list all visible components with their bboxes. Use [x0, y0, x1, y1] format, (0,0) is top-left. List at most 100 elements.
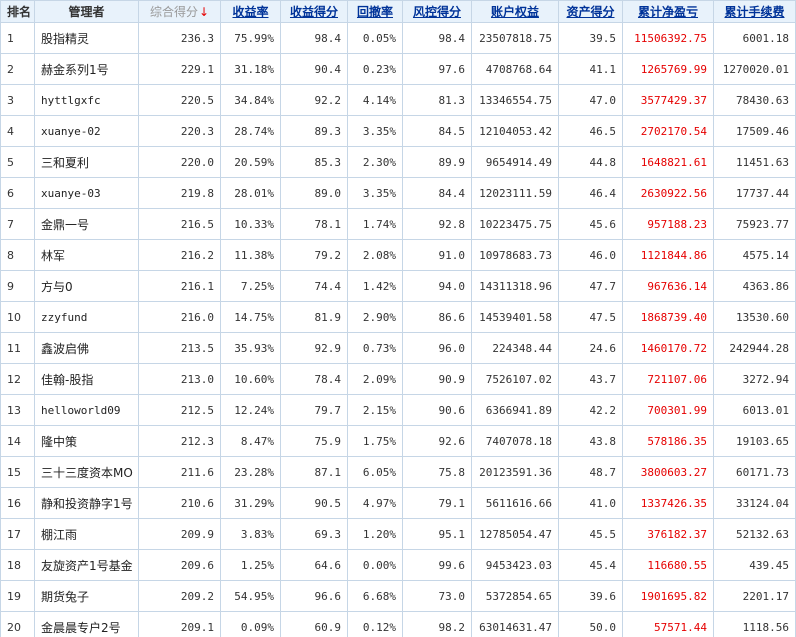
- asset-score-cell: 39.6: [558, 580, 623, 612]
- equity-cell: 14311318.96: [471, 270, 559, 302]
- manager-cell[interactable]: 金鼎一号: [34, 208, 139, 240]
- header-return-score[interactable]: 收益得分: [280, 0, 348, 23]
- score-cell: 216.1: [138, 270, 221, 302]
- net-profit-cell: 1868739.40: [622, 301, 714, 333]
- sort-return-rate-link[interactable]: 收益率: [232, 5, 268, 19]
- drawdown-cell: 0.12%: [347, 611, 403, 637]
- manager-cell[interactable]: 三和夏利: [34, 146, 139, 178]
- rank-cell: 4: [0, 115, 35, 147]
- manager-cell[interactable]: 隆中策: [34, 425, 139, 457]
- return-rate-cell: 28.01%: [220, 177, 281, 209]
- return-score-cell: 87.1: [280, 456, 348, 488]
- net-profit-cell: 957188.23: [622, 208, 714, 240]
- return-rate-cell: 11.38%: [220, 239, 281, 271]
- drawdown-cell: 3.35%: [347, 115, 403, 147]
- manager-cell[interactable]: helloworld09: [34, 394, 139, 426]
- table-row: 20 金晨晨专户2号 209.1 0.09% 60.9 0.12% 98.2 63014631…: [0, 611, 796, 637]
- fees-cell: 75923.77: [713, 208, 796, 240]
- fees-cell: 4363.86: [713, 270, 796, 302]
- manager-cell[interactable]: 期货兔子: [34, 580, 139, 612]
- manager-cell[interactable]: 佳翰-股指: [34, 363, 139, 395]
- net-profit-cell: 1460170.72: [622, 332, 714, 364]
- header-equity[interactable]: 账户权益: [471, 0, 559, 23]
- score-cell: 229.1: [138, 53, 221, 85]
- asset-score-cell: 45.4: [558, 549, 623, 581]
- asset-score-cell: 43.7: [558, 363, 623, 395]
- sort-return-score-link[interactable]: 收益得分: [290, 5, 338, 19]
- manager-cell[interactable]: 方与0: [34, 270, 139, 302]
- sort-drawdown-link[interactable]: 回撤率: [357, 5, 393, 19]
- header-asset-score[interactable]: 资产得分: [558, 0, 623, 23]
- risk-score-cell: 89.9: [402, 146, 472, 178]
- drawdown-cell: 3.35%: [347, 177, 403, 209]
- score-cell: 210.6: [138, 487, 221, 519]
- manager-cell[interactable]: 金晨晨专户2号: [34, 611, 139, 637]
- table-row: 17 棚江雨 209.9 3.83% 69.3 1.20% 95.1 12785054.47 4…: [0, 518, 796, 550]
- equity-cell: 10978683.73: [471, 239, 559, 271]
- header-risk-score[interactable]: 风控得分: [402, 0, 472, 23]
- equity-cell: 20123591.36: [471, 456, 559, 488]
- manager-cell[interactable]: 赫金系列1号: [34, 53, 139, 85]
- manager-cell[interactable]: 三十三度资本MO: [34, 456, 139, 488]
- return-score-cell: 79.7: [280, 394, 348, 426]
- manager-cell[interactable]: zzyfund: [34, 301, 139, 333]
- asset-score-cell: 47.5: [558, 301, 623, 333]
- return-score-cell: 98.4: [280, 22, 348, 54]
- equity-cell: 63014631.47: [471, 611, 559, 637]
- equity-cell: 12104053.42: [471, 115, 559, 147]
- asset-score-cell: 44.8: [558, 146, 623, 178]
- header-score[interactable]: 综合得分↓: [138, 0, 221, 23]
- rank-cell: 13: [0, 394, 35, 426]
- header-return-rate[interactable]: 收益率: [220, 0, 281, 23]
- drawdown-cell: 1.75%: [347, 425, 403, 457]
- return-rate-cell: 54.95%: [220, 580, 281, 612]
- risk-score-cell: 97.6: [402, 53, 472, 85]
- asset-score-cell: 45.5: [558, 518, 623, 550]
- manager-cell[interactable]: xuanye-02: [34, 115, 139, 147]
- fees-cell: 17737.44: [713, 177, 796, 209]
- risk-score-cell: 90.6: [402, 394, 472, 426]
- return-score-cell: 89.0: [280, 177, 348, 209]
- net-profit-cell: 1648821.61: [622, 146, 714, 178]
- manager-cell[interactable]: xuanye-03: [34, 177, 139, 209]
- rank-cell: 3: [0, 84, 35, 116]
- manager-cell[interactable]: 林军: [34, 239, 139, 271]
- manager-cell[interactable]: hyttlgxfc: [34, 84, 139, 116]
- sort-fees-link[interactable]: 累计手续费: [724, 5, 784, 19]
- equity-cell: 9654914.49: [471, 146, 559, 178]
- equity-cell: 13346554.75: [471, 84, 559, 116]
- sort-down-arrow-icon: ↓: [198, 5, 210, 19]
- table-row: 18 友旋资产1号基金 209.6 1.25% 64.6 0.00% 99.6 9453423…: [0, 549, 796, 581]
- asset-score-cell: 46.5: [558, 115, 623, 147]
- table-row: 2 赫金系列1号 229.1 31.18% 90.4 0.23% 97.6 4708768.6…: [0, 53, 796, 85]
- risk-score-cell: 75.8: [402, 456, 472, 488]
- rank-cell: 2: [0, 53, 35, 85]
- sort-score-link[interactable]: 综合得分: [150, 5, 198, 19]
- rank-cell: 20: [0, 611, 35, 637]
- net-profit-cell: 1901695.82: [622, 580, 714, 612]
- sort-risk-score-link[interactable]: 风控得分: [413, 5, 461, 19]
- rank-cell: 19: [0, 580, 35, 612]
- header-fees[interactable]: 累计手续费: [713, 0, 796, 23]
- sort-net-profit-link[interactable]: 累计净盈亏: [638, 5, 698, 19]
- header-rank-label: 排名: [7, 5, 32, 19]
- sort-asset-score-link[interactable]: 资产得分: [566, 5, 614, 19]
- manager-cell[interactable]: 棚江雨: [34, 518, 139, 550]
- score-cell: 209.6: [138, 549, 221, 581]
- manager-cell[interactable]: 静和投资静字1号: [34, 487, 139, 519]
- drawdown-cell: 0.00%: [347, 549, 403, 581]
- asset-score-cell: 47.0: [558, 84, 623, 116]
- header-drawdown[interactable]: 回撤率: [347, 0, 403, 23]
- net-profit-cell: 721107.06: [622, 363, 714, 395]
- risk-score-cell: 84.5: [402, 115, 472, 147]
- sort-equity-link[interactable]: 账户权益: [491, 5, 539, 19]
- manager-cell[interactable]: 股指精灵: [34, 22, 139, 54]
- header-net-profit[interactable]: 累计净盈亏: [622, 0, 714, 23]
- asset-score-cell: 50.0: [558, 611, 623, 637]
- table-row: 19 期货兔子 209.2 54.95% 96.6 6.68% 73.0 5372854.65…: [0, 580, 796, 612]
- manager-cell[interactable]: 友旋资产1号基金: [34, 549, 139, 581]
- return-rate-cell: 10.60%: [220, 363, 281, 395]
- return-rate-cell: 28.74%: [220, 115, 281, 147]
- score-cell: 220.0: [138, 146, 221, 178]
- manager-cell[interactable]: 鑫波启佛: [34, 332, 139, 364]
